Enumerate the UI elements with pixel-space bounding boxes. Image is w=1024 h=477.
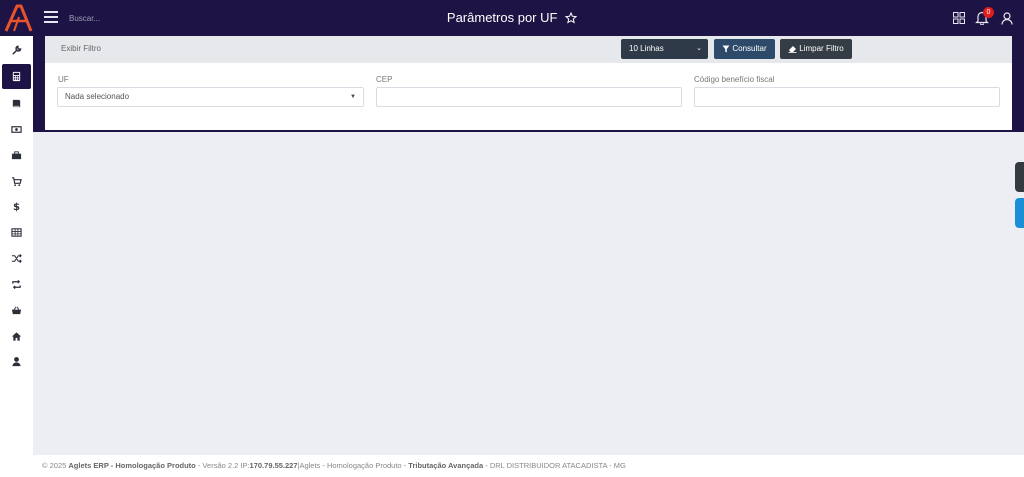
money-icon	[11, 126, 22, 133]
user-icon	[12, 357, 21, 367]
svg-text:$: $	[13, 202, 20, 212]
book-icon	[12, 99, 21, 108]
sidebar-item-calculator[interactable]	[2, 64, 31, 89]
sidebar-item-tools[interactable]	[2, 38, 31, 63]
sidebar-item-retweet[interactable]	[2, 272, 31, 297]
cep-label: CEP	[376, 75, 393, 84]
sidebar-item-table[interactable]	[2, 220, 31, 245]
footer-environment: |Aglets - Homologação Produto -	[297, 461, 409, 470]
side-panel-tab-blue[interactable]	[1015, 198, 1024, 228]
clear-filter-label: Limpar Filtro	[799, 44, 844, 53]
wrench-icon	[12, 45, 22, 55]
footer-app-name: Aglets ERP - Homologação Produto	[68, 461, 196, 470]
home-icon	[11, 332, 22, 341]
cart-icon	[11, 177, 22, 187]
footer-ip: 170.79.55.227	[249, 461, 298, 470]
fiscal-benefit-code-input[interactable]	[694, 87, 1000, 107]
sidebar: $	[0, 36, 33, 477]
filter-icon	[722, 45, 730, 53]
page-title-text: Parâmetros por UF	[446, 10, 558, 26]
user-account-icon[interactable]	[1001, 12, 1013, 25]
sidebar-item-shuffle[interactable]	[2, 246, 31, 271]
footer: © 2025 Aglets ERP - Homologação Produto …	[33, 455, 1024, 477]
rows-per-page-select[interactable]: 10 Linhas ⌄	[621, 39, 708, 59]
sidebar-item-briefcase[interactable]	[2, 143, 31, 168]
calculator-icon	[12, 71, 21, 82]
table-icon	[11, 228, 22, 237]
footer-version: - Versão 2.2 IP:	[195, 461, 250, 470]
briefcase-icon	[11, 151, 22, 160]
show-filter-toggle[interactable]: Exibir Filtro	[61, 44, 101, 53]
footer-copyright: © 2025	[42, 461, 69, 470]
basket-icon	[11, 306, 22, 315]
consultar-button[interactable]: Consultar	[714, 39, 775, 59]
side-panel-tab-dark[interactable]	[1015, 162, 1024, 192]
page-title: Parâmetros por UF	[0, 9, 1024, 25]
sidebar-item-money[interactable]	[2, 117, 31, 142]
filter-panel: Exibir Filtro 10 Linhas ⌄ Consultar Limp…	[45, 36, 1012, 130]
favorite-star-icon[interactable]	[565, 11, 578, 24]
retweet-icon	[12, 279, 21, 290]
sidebar-item-basket[interactable]	[2, 298, 31, 323]
top-bar: Parâmetros por UF 0	[0, 0, 1024, 36]
uf-label: UF	[58, 75, 69, 84]
eraser-icon	[788, 45, 797, 53]
cep-input[interactable]	[376, 87, 682, 107]
uf-selected-value: Nada selecionado	[65, 92, 130, 101]
filter-panel-header: Exibir Filtro 10 Linhas ⌄ Consultar Limp…	[45, 36, 1012, 63]
sidebar-item-finance[interactable]: $	[2, 194, 31, 219]
footer-company: - DRL DISTRIBUIDOR ATACADISTA - MG	[483, 461, 626, 470]
footer-module: Tributação Avançada	[408, 461, 484, 470]
sidebar-item-cart[interactable]	[2, 169, 31, 194]
chevron-down-icon: ⌄	[696, 45, 702, 52]
dollar-icon: $	[13, 202, 20, 212]
rows-per-page-value: 10 Linhas	[629, 44, 664, 53]
shuffle-icon	[11, 253, 22, 264]
sidebar-item-user[interactable]	[2, 349, 31, 374]
apps-grid-icon[interactable]	[953, 12, 965, 24]
fiscal-benefit-code-label: Código benefício fiscal	[694, 75, 775, 84]
sidebar-item-home[interactable]	[2, 324, 31, 349]
caret-down-icon: ▼	[350, 94, 356, 100]
notification-badge: 0	[983, 7, 994, 18]
uf-select[interactable]: Nada selecionado ▼	[57, 87, 364, 107]
consultar-label: Consultar	[732, 44, 767, 53]
clear-filter-button[interactable]: Limpar Filtro	[780, 39, 852, 59]
sidebar-item-book[interactable]	[2, 91, 31, 116]
